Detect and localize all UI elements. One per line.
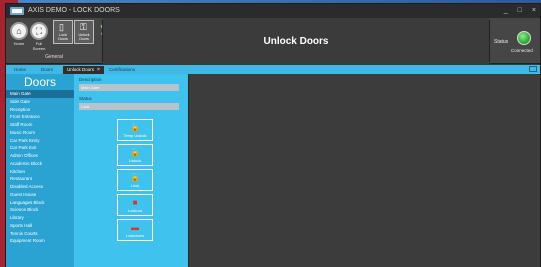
sidebar-item[interactable]: Side Gate bbox=[6, 98, 74, 106]
tab-unlock-doors[interactable]: Unlock Doors × bbox=[63, 66, 104, 74]
sidebar-item[interactable]: Car Park Entry bbox=[6, 137, 74, 145]
tab-home[interactable]: Home bbox=[10, 66, 30, 74]
home-icon: ⌂ bbox=[10, 22, 28, 40]
window-controls: _ □ × bbox=[504, 4, 536, 18]
minimize-button[interactable]: _ bbox=[504, 4, 508, 18]
sidebar-item[interactable]: Guest House bbox=[6, 191, 74, 199]
title-bar: AXIS DEMO - LOCK DOORS _ □ × bbox=[6, 4, 540, 18]
unlock-timer-icon: 🔓 bbox=[130, 123, 140, 132]
connection-status-icon bbox=[517, 31, 531, 45]
lockout-label: Lockout bbox=[127, 208, 142, 213]
unlock-doors-label: Unlock Doors bbox=[78, 33, 90, 41]
app-window: AXIS DEMO - LOCK DOORS _ □ × ⌂ Home ⛶ Fu… bbox=[5, 3, 541, 267]
sidebar-item[interactable]: Restaurant bbox=[6, 175, 74, 183]
tab-menu-icon[interactable] bbox=[529, 66, 537, 72]
tab-certifications[interactable]: Certifications bbox=[105, 66, 139, 74]
sidebar-item[interactable]: Staff Room bbox=[6, 121, 74, 129]
doors-sidebar: Doors Main Gate Side Gate Reception Front E… bbox=[6, 74, 74, 267]
lock-button[interactable]: 🔒 Lock bbox=[117, 169, 153, 191]
description-label: Description bbox=[79, 77, 102, 82]
sidebar-item[interactable]: Equipment Room bbox=[6, 237, 74, 245]
sidebar-item[interactable]: Academic Block bbox=[6, 160, 74, 168]
page-title: Unlock Doors bbox=[103, 18, 489, 64]
window-title: AXIS DEMO - LOCK DOORS bbox=[28, 7, 120, 14]
door-detail-panel: Description Main Gate Status Lock 🔓 Temp… bbox=[74, 74, 188, 267]
status-field-label: Status bbox=[79, 96, 92, 101]
door-viewer-area bbox=[188, 74, 540, 267]
status-label: Status bbox=[494, 39, 509, 45]
fullscreen-icon: ⛶ bbox=[30, 22, 48, 40]
close-window-button[interactable]: × bbox=[532, 4, 536, 18]
sidebar-item[interactable]: Car Park Exit bbox=[6, 144, 74, 152]
description-field[interactable]: Main Gate bbox=[79, 84, 179, 91]
unlock-button[interactable]: 🔓 Unlock bbox=[117, 144, 153, 166]
sidebar-item[interactable]: Front Entrance bbox=[6, 113, 74, 121]
status-field[interactable]: Lock bbox=[79, 103, 179, 110]
tab-doors[interactable]: Doors bbox=[37, 66, 57, 74]
lock-icon: 🔒 bbox=[130, 173, 140, 182]
temp-unlock-button[interactable]: 🔓 Temp Unlock bbox=[117, 119, 153, 141]
sidebar-item[interactable]: Reception bbox=[6, 106, 74, 114]
sidebar-item[interactable]: Tennis Courts bbox=[6, 230, 74, 238]
lock-label: Lock bbox=[130, 183, 140, 188]
app-logo-icon bbox=[10, 7, 24, 15]
sidebar-item[interactable]: Kitchen bbox=[6, 168, 74, 176]
lockdown-button[interactable]: ▬ Lockdown bbox=[117, 219, 153, 241]
full-screen-button-label: Full Screen bbox=[32, 41, 46, 51]
lock-doors-label: Lock Doors bbox=[58, 33, 68, 41]
sidebar-title: Doors bbox=[23, 75, 56, 89]
maximize-button[interactable]: □ bbox=[518, 4, 522, 18]
ribbon-divider bbox=[489, 20, 490, 62]
lockdown-label: Lockdown bbox=[125, 233, 144, 238]
full-screen-button[interactable]: ⛶ Full Screen bbox=[30, 22, 48, 51]
lockout-button[interactable]: ■ Lockout bbox=[117, 194, 153, 216]
close-icon[interactable]: × bbox=[97, 67, 100, 73]
ribbon: ⌂ Home ⛶ Full Screen ▯ Lock Doors ⚿ Unlo… bbox=[6, 18, 540, 64]
sidebar-item[interactable]: Library bbox=[6, 214, 74, 222]
lockout-icon: ■ bbox=[132, 198, 138, 207]
sidebar-item[interactable]: Languages Block bbox=[6, 199, 74, 207]
key-icon: ⚿ bbox=[80, 22, 87, 32]
ribbon-group-label: General bbox=[45, 54, 63, 60]
connection-status-text: Connected bbox=[511, 48, 533, 53]
unlock-label: Unlock bbox=[128, 158, 142, 163]
lockdown-icon: ▬ bbox=[131, 223, 139, 232]
door-list: Main Gate Side Gate Reception Front Entranc… bbox=[6, 90, 74, 245]
sidebar-item[interactable]: Sports Hall bbox=[6, 222, 74, 230]
tab-unlock-doors-label: Unlock Doors bbox=[67, 67, 95, 72]
tab-strip: Home Doors Unlock Doors × Certifications bbox=[6, 65, 540, 74]
home-button[interactable]: ⌂ Home bbox=[10, 22, 28, 46]
temp-unlock-label: Temp Unlock bbox=[123, 133, 147, 138]
lock-doors-button[interactable]: ▯ Lock Doors bbox=[53, 20, 73, 44]
sidebar-item[interactable]: Music Room bbox=[6, 129, 74, 137]
door-icon: ▯ bbox=[59, 22, 64, 32]
unlock-doors-button[interactable]: ⚿ Unlock Doors bbox=[74, 20, 94, 44]
sidebar-item[interactable]: Disabled Access bbox=[6, 183, 74, 191]
sidebar-item[interactable]: Admin Offices bbox=[6, 152, 74, 160]
home-button-label: Home bbox=[13, 41, 25, 46]
unlock-icon: 🔓 bbox=[130, 148, 140, 157]
sidebar-item[interactable]: Science Block bbox=[6, 206, 74, 214]
sidebar-item[interactable]: Main Gate bbox=[6, 90, 74, 98]
